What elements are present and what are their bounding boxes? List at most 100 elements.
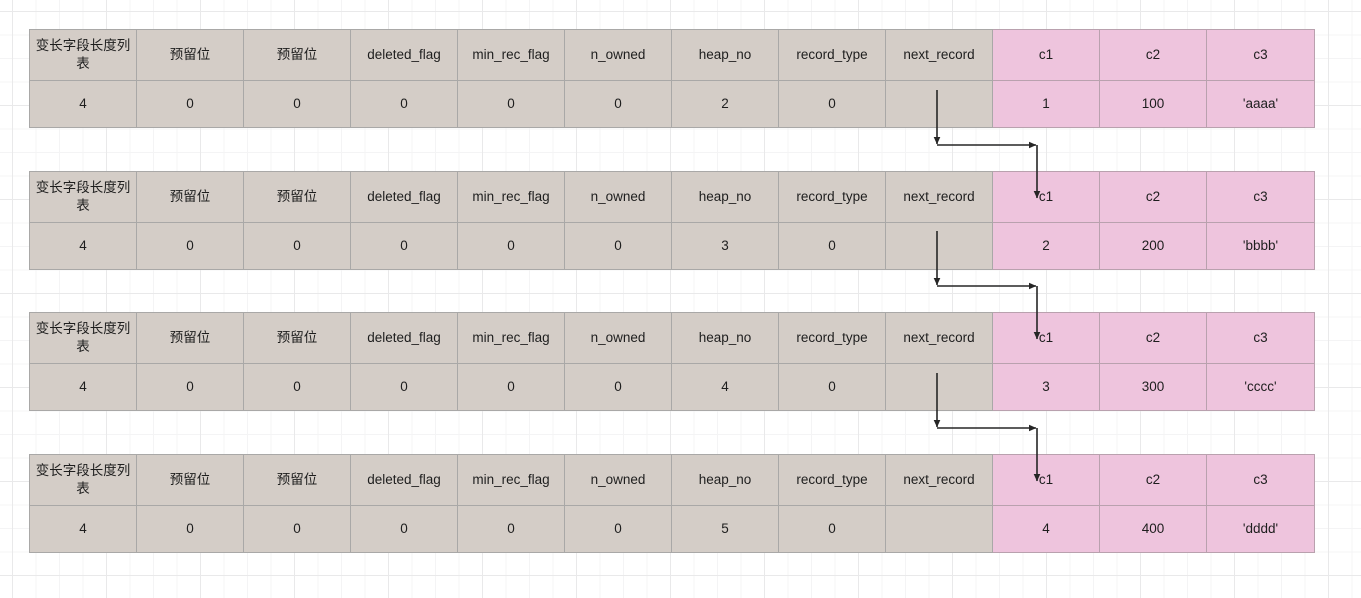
column-header-min-rec-flag: min_rec_flag (457, 29, 565, 81)
column-header-c2: c2 (1099, 171, 1207, 223)
column-header-varlen-list: 变长字段长度列表 (29, 29, 137, 81)
cell-c1: 4 (992, 505, 1100, 553)
record-table-4: 变长字段长度列表 预留位 预留位 deleted_flag min_rec_fl… (29, 454, 1315, 553)
cell-c1: 3 (992, 363, 1100, 411)
cell-reserved-1: 0 (136, 80, 244, 128)
diagram-canvas: 变长字段长度列表 预留位 预留位 deleted_flag min_rec_fl… (0, 0, 1361, 598)
cell-c3: 'cccc' (1206, 363, 1315, 411)
column-header-next-record: next_record (885, 171, 993, 223)
cell-deleted-flag: 0 (350, 80, 458, 128)
column-header-next-record: next_record (885, 29, 993, 81)
column-header-c1: c1 (992, 454, 1100, 506)
cell-n-owned: 0 (564, 222, 672, 270)
cell-record-type: 0 (778, 80, 886, 128)
record-table-2: 变长字段长度列表 预留位 预留位 deleted_flag min_rec_fl… (29, 171, 1315, 270)
column-header-heap-no: heap_no (671, 312, 779, 364)
column-header-next-record: next_record (885, 454, 993, 506)
column-header-heap-no: heap_no (671, 171, 779, 223)
column-header-n-owned: n_owned (564, 171, 672, 223)
cell-reserved-1: 0 (136, 505, 244, 553)
cell-c1: 1 (992, 80, 1100, 128)
column-header-reserved-1: 预留位 (136, 171, 244, 223)
cell-reserved-2: 0 (243, 505, 351, 553)
column-header-heap-no: heap_no (671, 454, 779, 506)
column-header-deleted-flag: deleted_flag (350, 454, 458, 506)
cell-c3: 'bbbb' (1206, 222, 1315, 270)
column-header-varlen-list: 变长字段长度列表 (29, 171, 137, 223)
column-header-record-type: record_type (778, 454, 886, 506)
table-row: 变长字段长度列表 预留位 预留位 deleted_flag min_rec_fl… (29, 171, 1315, 223)
cell-varlen-list: 4 (29, 505, 137, 553)
column-header-next-record: next_record (885, 312, 993, 364)
cell-record-type: 0 (778, 363, 886, 411)
cell-deleted-flag: 0 (350, 222, 458, 270)
table-row: 4 0 0 0 0 0 3 0 2 200 'bbbb' (29, 222, 1315, 270)
cell-n-owned: 0 (564, 363, 672, 411)
cell-n-owned: 0 (564, 505, 672, 553)
cell-reserved-1: 0 (136, 363, 244, 411)
cell-next-record (885, 363, 993, 411)
table-row: 变长字段长度列表 预留位 预留位 deleted_flag min_rec_fl… (29, 454, 1315, 506)
column-header-c2: c2 (1099, 312, 1207, 364)
column-header-record-type: record_type (778, 171, 886, 223)
cell-next-record (885, 80, 993, 128)
column-header-n-owned: n_owned (564, 454, 672, 506)
cell-min-rec-flag: 0 (457, 363, 565, 411)
column-header-deleted-flag: deleted_flag (350, 312, 458, 364)
cell-next-record (885, 222, 993, 270)
cell-c2: 300 (1099, 363, 1207, 411)
column-header-c1: c1 (992, 171, 1100, 223)
cell-varlen-list: 4 (29, 222, 137, 270)
column-header-c3: c3 (1206, 454, 1315, 506)
column-header-reserved-2: 预留位 (243, 171, 351, 223)
cell-heap-no: 3 (671, 222, 779, 270)
column-header-reserved-1: 预留位 (136, 312, 244, 364)
cell-record-type: 0 (778, 222, 886, 270)
column-header-deleted-flag: deleted_flag (350, 29, 458, 81)
cell-c1: 2 (992, 222, 1100, 270)
record-table-1: 变长字段长度列表 预留位 预留位 deleted_flag min_rec_fl… (29, 29, 1315, 128)
cell-reserved-1: 0 (136, 222, 244, 270)
column-header-c3: c3 (1206, 29, 1315, 81)
column-header-c1: c1 (992, 312, 1100, 364)
column-header-c3: c3 (1206, 171, 1315, 223)
cell-c2: 100 (1099, 80, 1207, 128)
table-row: 4 0 0 0 0 0 2 0 1 100 'aaaa' (29, 80, 1315, 128)
column-header-min-rec-flag: min_rec_flag (457, 312, 565, 364)
column-header-reserved-1: 预留位 (136, 29, 244, 81)
column-header-heap-no: heap_no (671, 29, 779, 81)
cell-reserved-2: 0 (243, 222, 351, 270)
table-row: 变长字段长度列表 预留位 预留位 deleted_flag min_rec_fl… (29, 29, 1315, 81)
column-header-deleted-flag: deleted_flag (350, 171, 458, 223)
cell-heap-no: 4 (671, 363, 779, 411)
column-header-c2: c2 (1099, 29, 1207, 81)
cell-deleted-flag: 0 (350, 505, 458, 553)
column-header-min-rec-flag: min_rec_flag (457, 454, 565, 506)
table-row: 4 0 0 0 0 0 5 0 4 400 'dddd' (29, 505, 1315, 553)
cell-varlen-list: 4 (29, 363, 137, 411)
column-header-min-rec-flag: min_rec_flag (457, 171, 565, 223)
record-table-3: 变长字段长度列表 预留位 预留位 deleted_flag min_rec_fl… (29, 312, 1315, 411)
column-header-varlen-list: 变长字段长度列表 (29, 454, 137, 506)
cell-min-rec-flag: 0 (457, 222, 565, 270)
cell-min-rec-flag: 0 (457, 80, 565, 128)
cell-reserved-2: 0 (243, 80, 351, 128)
column-header-reserved-2: 预留位 (243, 454, 351, 506)
cell-c2: 400 (1099, 505, 1207, 553)
cell-c2: 200 (1099, 222, 1207, 270)
table-row: 4 0 0 0 0 0 4 0 3 300 'cccc' (29, 363, 1315, 411)
column-header-varlen-list: 变长字段长度列表 (29, 312, 137, 364)
column-header-n-owned: n_owned (564, 29, 672, 81)
cell-record-type: 0 (778, 505, 886, 553)
cell-c3: 'dddd' (1206, 505, 1315, 553)
column-header-record-type: record_type (778, 312, 886, 364)
cell-varlen-list: 4 (29, 80, 137, 128)
table-row: 变长字段长度列表 预留位 预留位 deleted_flag min_rec_fl… (29, 312, 1315, 364)
cell-n-owned: 0 (564, 80, 672, 128)
cell-reserved-2: 0 (243, 363, 351, 411)
column-header-c2: c2 (1099, 454, 1207, 506)
column-header-c3: c3 (1206, 312, 1315, 364)
column-header-reserved-2: 预留位 (243, 312, 351, 364)
cell-next-record (885, 505, 993, 553)
cell-min-rec-flag: 0 (457, 505, 565, 553)
